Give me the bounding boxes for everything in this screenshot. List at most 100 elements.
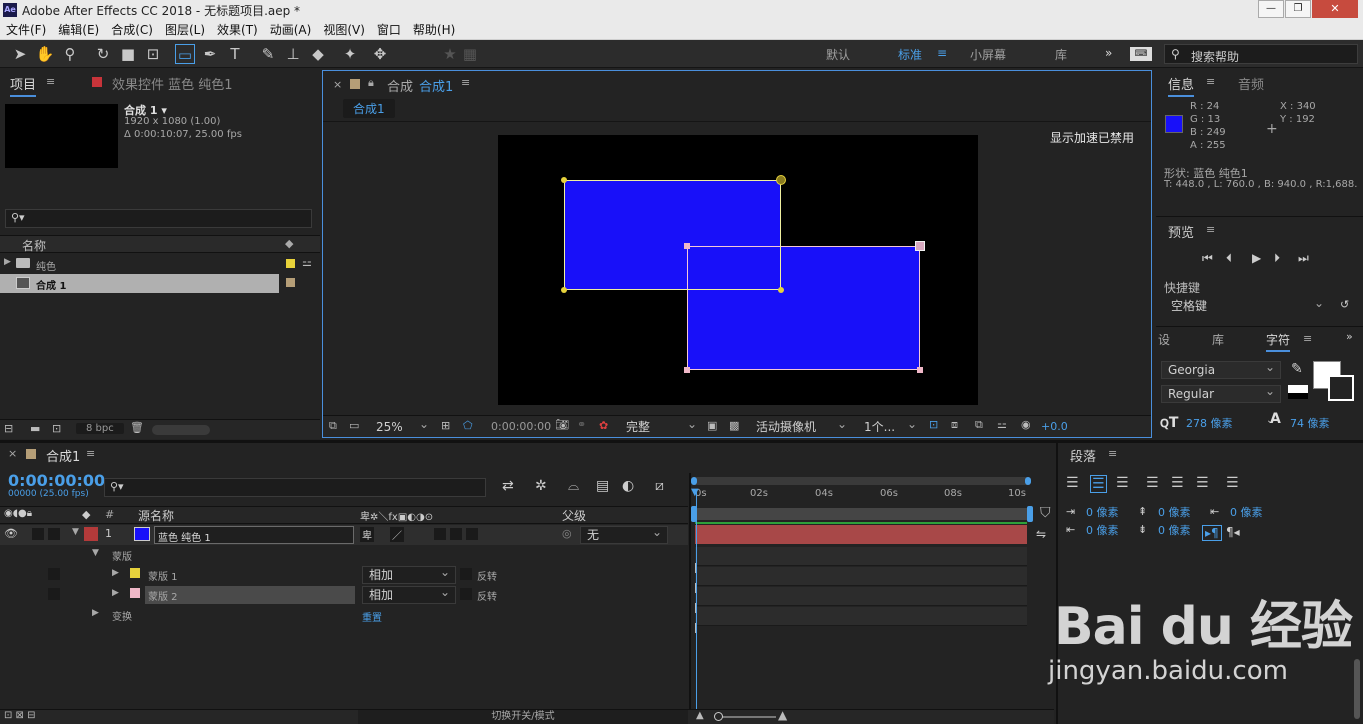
- solo-toggle[interactable]: [48, 588, 60, 600]
- mask-2-name[interactable]: 蒙版 2: [148, 588, 178, 603]
- work-area-end[interactable]: [1027, 506, 1033, 522]
- switch-toggle[interactable]: [466, 528, 478, 540]
- menu-layer[interactable]: 图层(L): [159, 20, 211, 40]
- comp-tab[interactable]: 合成1: [419, 76, 453, 95]
- rtl-direction-icon[interactable]: ¶◂: [1226, 525, 1240, 539]
- space-after-value[interactable]: 0 像素: [1158, 522, 1191, 538]
- menu-help[interactable]: 帮助(H): [407, 20, 461, 40]
- pickwhip-icon[interactable]: ◎: [562, 527, 572, 540]
- workspace-standard[interactable]: 标准: [898, 46, 922, 63]
- table-row[interactable]: ▼ 蒙版: [0, 545, 688, 565]
- av-features-icon[interactable]: ◉◖●🔒︎: [4, 508, 32, 519]
- stroke-color-swatch[interactable]: [1328, 375, 1354, 401]
- mask-vertex-selected[interactable]: [915, 241, 925, 251]
- mask-vertex-selected[interactable]: [776, 175, 786, 185]
- indent-left-value[interactable]: 0 像素: [1086, 504, 1119, 520]
- collapse-switch-icon[interactable]: 卑: [360, 527, 374, 542]
- switch-toggle[interactable]: [450, 528, 462, 540]
- col-source-name[interactable]: 源名称: [138, 507, 174, 524]
- panel-menu-icon[interactable]: ≡: [86, 447, 95, 460]
- font-style-dropdown[interactable]: Regular: [1161, 383, 1281, 403]
- expand-panes-icon[interactable]: ⊡ ⊠ ⊟: [4, 710, 36, 721]
- mask-color[interactable]: [130, 588, 140, 598]
- bpc-button[interactable]: 8 bpc: [76, 423, 124, 434]
- mask-2-mode-dropdown[interactable]: 相加: [362, 584, 456, 604]
- align-left-icon[interactable]: ☰: [1066, 475, 1079, 491]
- rectangle-tool-icon[interactable]: ▭: [175, 44, 195, 64]
- table-row[interactable]: ▶ 变换 重置: [0, 605, 688, 625]
- workspace-library[interactable]: 库: [1055, 46, 1067, 63]
- trash-icon[interactable]: 🗑: [130, 421, 144, 434]
- expand-arrow-icon[interactable]: ▶: [4, 257, 11, 267]
- comp-mini-flowchart-icon[interactable]: ⇄: [502, 478, 514, 494]
- mask-color[interactable]: [130, 568, 140, 578]
- close-tab-icon[interactable]: ×: [333, 78, 342, 91]
- audio-toggle[interactable]: [32, 528, 44, 540]
- navigator-start-handle[interactable]: [691, 477, 697, 485]
- comp-marker-icon[interactable]: ⛉: [1040, 505, 1051, 521]
- label-col-icon[interactable]: ◆: [82, 508, 90, 521]
- reset-link[interactable]: 重置: [362, 609, 382, 624]
- layer-label-color[interactable]: [84, 527, 98, 541]
- time-graph[interactable]: 0s 02s 04s 06s 08s 10s ▼: [691, 475, 1037, 709]
- tab-library[interactable]: 库: [1212, 331, 1224, 348]
- invert-checkbox[interactable]: [460, 568, 472, 580]
- zoom-in-icon[interactable]: ▲: [778, 708, 787, 722]
- navigator-end-handle[interactable]: [1025, 477, 1031, 485]
- shy-icon[interactable]: ⌓: [568, 478, 579, 494]
- tab-audio[interactable]: 音频: [1238, 74, 1264, 93]
- quality-switch-icon[interactable]: ／: [390, 527, 404, 542]
- switches-icons[interactable]: 卑✲＼fx▣◐◑⊙: [360, 508, 433, 523]
- col-name[interactable]: 名称: [22, 237, 46, 254]
- motion-blur-icon[interactable]: ◐: [622, 478, 634, 494]
- last-frame-icon[interactable]: ⏭: [1298, 251, 1309, 266]
- shortcut-dropdown[interactable]: 空格键: [1164, 295, 1330, 315]
- new-folder-icon[interactable]: ▬: [30, 422, 40, 435]
- panel-menu-icon[interactable]: ≡: [461, 76, 470, 89]
- new-comp-icon[interactable]: ⊡: [52, 422, 61, 435]
- title-safe-icon[interactable]: ⊞: [441, 419, 450, 432]
- snapshot-icon[interactable]: 📷︎: [555, 418, 569, 431]
- more-panels-icon[interactable]: »: [1346, 330, 1353, 343]
- timeline-tab[interactable]: 合成1: [46, 446, 80, 465]
- solo-toggle[interactable]: [48, 568, 60, 580]
- keyboard-icon[interactable]: ⌨: [1130, 47, 1152, 61]
- layer-switch-icon[interactable]: ⇋: [1036, 527, 1046, 541]
- toggle-switches-modes[interactable]: 切换开关/模式: [358, 710, 688, 724]
- restore-button[interactable]: ❐: [1285, 0, 1311, 18]
- work-area-navigator[interactable]: [691, 477, 1031, 485]
- workspace-menu-icon[interactable]: ≡: [937, 46, 947, 60]
- exposure-value[interactable]: +0.0: [1041, 420, 1068, 433]
- more-workspaces-icon[interactable]: »: [1105, 46, 1112, 60]
- camera-dropdown[interactable]: 活动摄像机: [749, 416, 853, 436]
- comp-tab-prefix[interactable]: 合成: [387, 76, 413, 95]
- justify-all-icon[interactable]: ☰: [1226, 475, 1239, 491]
- font-size-value[interactable]: 278 像素: [1186, 415, 1233, 431]
- menu-file[interactable]: 文件(F): [0, 20, 52, 40]
- mask-1-name[interactable]: 蒙版 1: [148, 568, 178, 583]
- expand-arrow-icon[interactable]: ▼: [72, 527, 79, 537]
- visibility-eye-icon[interactable]: 👁︎: [4, 527, 18, 540]
- play-icon[interactable]: ▶: [1252, 251, 1261, 265]
- list-item[interactable]: ▶ 纯色 ⚍: [0, 255, 320, 274]
- justify-center-icon[interactable]: ☰: [1171, 475, 1184, 491]
- parent-dropdown[interactable]: 无: [580, 524, 668, 544]
- resolution-dropdown[interactable]: 完整: [619, 416, 703, 436]
- expand-arrow-icon[interactable]: ▶: [92, 608, 99, 618]
- col-parent[interactable]: 父级: [562, 507, 586, 524]
- zoom-out-icon[interactable]: ▲: [696, 710, 704, 721]
- prev-frame-icon[interactable]: ⏴: [1226, 251, 1232, 266]
- frame-blending-icon[interactable]: ▤: [596, 478, 609, 494]
- font-family-dropdown[interactable]: Georgia: [1161, 359, 1281, 379]
- label-col-icon[interactable]: ◆: [285, 237, 293, 250]
- playhead-icon[interactable]: ▼: [691, 487, 699, 498]
- zoom-tool-icon[interactable]: ⚲: [60, 44, 80, 64]
- ltr-direction-icon[interactable]: ▸¶: [1202, 525, 1222, 541]
- close-tab-icon[interactable]: ×: [8, 447, 17, 460]
- channel-icon[interactable]: ✿: [599, 419, 608, 432]
- monitor-icon[interactable]: ▭: [349, 419, 359, 432]
- panel-menu-icon[interactable]: ≡: [1108, 447, 1117, 460]
- mask-visibility-icon[interactable]: ⬠: [463, 419, 473, 432]
- indent-right-value[interactable]: 0 像素: [1086, 522, 1119, 538]
- panel-menu-icon[interactable]: ≡: [46, 75, 55, 88]
